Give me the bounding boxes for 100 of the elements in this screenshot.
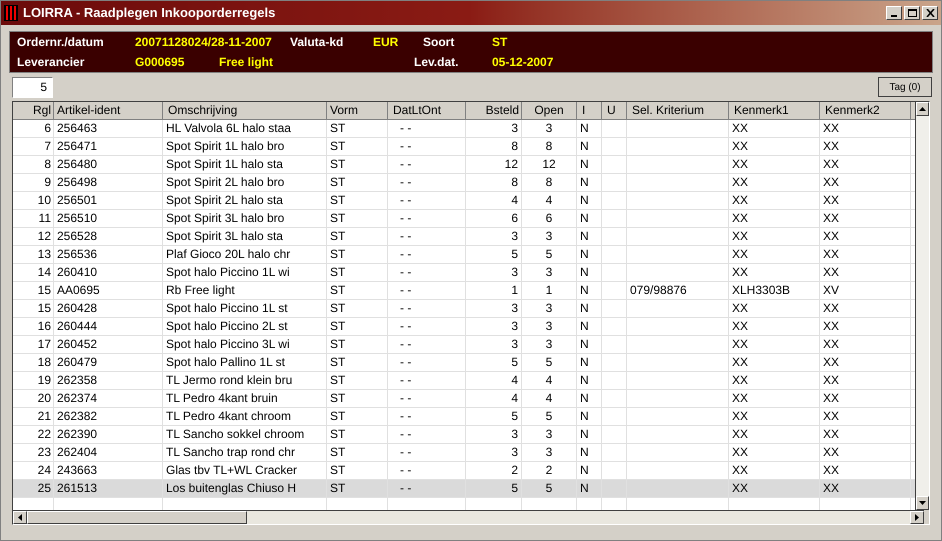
column-header[interactable]: Artikel-ident	[54, 102, 163, 120]
table-cell: ST	[330, 283, 346, 297]
table-cell: - -	[400, 121, 412, 135]
table-row[interactable]: 21 262382 TL Pedro 4kant chroom ST - - 5 5 N XX XX	[13, 408, 916, 426]
table-cell: TL Pedro 4kant chroom	[166, 409, 291, 423]
table-cell: 262390	[57, 427, 98, 441]
table-cell: Spot halo Piccino 1L st	[166, 301, 288, 315]
table-row[interactable]: 7 256471 Spot Spirit 1L halo bro ST - - 8 8 N XX XX	[13, 138, 916, 156]
column-header[interactable]: Kenmerk1	[729, 102, 820, 120]
table-cell: TL Pedro 4kant bruin	[166, 391, 278, 405]
table-cell: - -	[400, 193, 412, 207]
table-cell: 260428	[57, 301, 98, 315]
table-cell: XX	[823, 337, 840, 351]
table-cell: XX	[732, 139, 748, 153]
table-row[interactable]: 25 261513 Los buitenglas Chiuso H ST - - 5 5 N XX XX	[13, 480, 916, 498]
table-cell: 260479	[57, 355, 98, 369]
table-row[interactable]: 10 256501 Spot Spirit 2L halo sta ST - - 4 4 N XX XX	[13, 192, 916, 210]
table-cell: 5	[511, 481, 518, 495]
table-row[interactable]: 20 262374 TL Pedro 4kant bruin ST - - 4 4 N XX XX	[13, 390, 916, 408]
table-row[interactable]: 12 256528 Spot Spirit 3L halo sta ST - - 3 3 N XX XX	[13, 228, 916, 246]
column-header[interactable]: Rgl	[13, 102, 54, 120]
table-row[interactable]: 14 260410 Spot halo Piccino 1L wi ST - - 3 3 N XX XX	[13, 264, 916, 282]
app-icon	[4, 5, 18, 21]
table-cell: 8	[511, 175, 518, 189]
table-cell: - -	[400, 229, 412, 243]
field-value: G000695	[135, 54, 186, 71]
close-icon	[926, 9, 934, 17]
table-cell: 256480	[57, 157, 98, 171]
table-cell: ST	[330, 247, 346, 261]
table-cell: 3	[511, 445, 518, 459]
table-cell: Spot Spirit 2L halo bro	[166, 175, 284, 189]
column-header[interactable]: Open	[522, 102, 577, 120]
table-row[interactable]: 23 262404 TL Sancho trap rond chr ST - - 3 3 N XX XX	[13, 444, 916, 462]
tag-button[interactable]: Tag (0)	[878, 77, 932, 97]
table-cell: 22	[38, 427, 51, 441]
column-header[interactable]: Bsteld	[466, 102, 522, 120]
table-cell: 262382	[57, 409, 98, 423]
table-row[interactable]: 15 AA0695 Rb Free light ST - - 1 1 N 079/98876 XLH3303B XV	[13, 282, 916, 300]
table-cell: 260452	[57, 337, 98, 351]
scroll-thumb[interactable]	[27, 511, 247, 524]
table-cell: XX	[823, 247, 840, 261]
table-cell: XX	[732, 121, 748, 135]
close-button[interactable]	[922, 6, 938, 20]
minimize-button[interactable]	[886, 6, 902, 20]
column-header[interactable]: U	[602, 102, 627, 120]
table-cell: ST	[330, 265, 346, 279]
table-row[interactable]: 13 256536 Plaf Gioco 20L halo chr ST - - 5 5 N XX XX	[13, 246, 916, 264]
table-cell: 256498	[57, 175, 98, 189]
table-cell: XX	[732, 409, 748, 423]
column-header[interactable]: Sel. Kriterium	[627, 102, 729, 120]
table-row[interactable]: 24 243663 Glas tbv TL+WL Cracker ST - - 2 2 N XX XX	[13, 462, 916, 480]
field-value: ST	[492, 34, 508, 51]
table-cell: 243663	[57, 463, 98, 477]
table-row[interactable]: 8 256480 Spot Spirit 1L halo sta ST - - 12 12 N XX XX	[13, 156, 916, 174]
table-cell: - -	[400, 175, 412, 189]
table-cell: 11	[38, 211, 51, 225]
count-field[interactable]: 5	[12, 76, 53, 98]
table-cell: Spot halo Piccino 2L st	[166, 319, 288, 333]
table-row[interactable]: 18 260479 Spot halo Pallino 1L st ST - - 5 5 N XX XX	[13, 354, 916, 372]
table-cell: - -	[400, 157, 412, 171]
table-row[interactable]: 6 256463 HL Valvola 6L halo staa ST - - 3 3 N XX XX	[13, 120, 916, 138]
table-cell: Spot Spirit 1L halo sta	[166, 157, 283, 171]
table-row[interactable]: 17 260452 Spot halo Piccino 3L wi ST - - 3 3 N XX XX	[13, 336, 916, 354]
table-row[interactable]: 19 262358 TL Jermo rond klein bru ST - - 4 4 N XX XX	[13, 372, 916, 390]
table-row[interactable]: 9 256498 Spot Spirit 2L halo bro ST - - 8 8 N XX XX	[13, 174, 916, 192]
table-cell: 3	[546, 445, 552, 459]
vertical-scrollbar[interactable]	[915, 102, 929, 510]
table-cell: 3	[511, 265, 518, 279]
column-header[interactable]: I	[577, 102, 602, 120]
table-cell: N	[580, 319, 589, 333]
table-cell: Spot Spirit 3L halo bro	[166, 211, 284, 225]
table-row[interactable]: 15 260428 Spot halo Piccino 1L st ST - - 3 3 N XX XX	[13, 300, 916, 318]
table-row[interactable]: 16 260444 Spot halo Piccino 2L st ST - - 3 3 N XX XX	[13, 318, 916, 336]
table-cell: 5	[511, 355, 518, 369]
table-cell: 3	[546, 229, 552, 243]
horizontal-scrollbar[interactable]	[13, 510, 924, 524]
table-cell: 261513	[57, 481, 98, 495]
table-row[interactable]: 22 262390 TL Sancho sokkel chroom ST - - 3 3 N XX XX	[13, 426, 916, 444]
table-cell: - -	[400, 247, 412, 261]
table-cell: 12	[38, 229, 51, 243]
table-cell: XX	[732, 319, 748, 333]
table-cell: XX	[732, 445, 748, 459]
maximize-button[interactable]	[904, 6, 920, 20]
table-cell: 260444	[57, 319, 98, 333]
table-cell: 262404	[57, 445, 98, 459]
table-cell: - -	[400, 355, 412, 369]
column-header[interactable]: Omschrijving	[163, 102, 327, 120]
column-header[interactable]: Kenmerk2	[820, 102, 911, 120]
table-cell: N	[580, 175, 589, 189]
table-cell: N	[580, 265, 589, 279]
table-cell: 5	[511, 409, 518, 423]
maximize-icon	[908, 9, 916, 17]
table-cell: 12	[504, 157, 518, 171]
table-cell: 5	[546, 355, 552, 369]
table-cell: XX	[732, 301, 748, 315]
column-header[interactable]: DatLtOnt	[388, 102, 466, 120]
table-cell: XX	[823, 265, 840, 279]
table-row[interactable]: 11 256510 Spot Spirit 3L halo bro ST - - 6 6 N XX XX	[13, 210, 916, 228]
table-cell: 19	[38, 373, 51, 387]
column-header[interactable]: Vorm	[327, 102, 388, 120]
